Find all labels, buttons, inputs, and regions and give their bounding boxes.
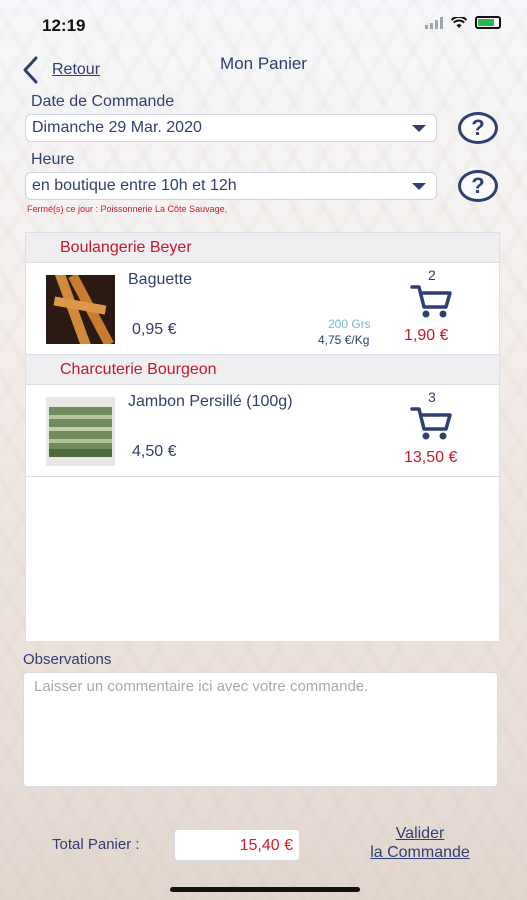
- baguette-thumbnail[interactable]: [46, 275, 115, 344]
- cart-icon[interactable]: [410, 405, 452, 441]
- battery-icon: [475, 16, 501, 29]
- cart-icon[interactable]: [410, 283, 452, 319]
- time-value: en boutique entre 10h et 12h: [32, 177, 237, 194]
- signal-icon: [425, 16, 443, 29]
- status-time: 12:19: [42, 16, 86, 35]
- caret-down-icon: [412, 182, 426, 190]
- item-unit-price: 0,95 €: [132, 321, 177, 338]
- date-label: Date de Commande: [31, 93, 175, 110]
- validate-order-button[interactable]: Valider la Commande: [355, 824, 485, 862]
- item-name: Baguette: [128, 271, 193, 288]
- cart-item: Jambon Persillé (100g) 4,50 € 3 13,50 €: [26, 385, 499, 477]
- nav-bar: Retour Mon Panier: [0, 48, 527, 88]
- wifi-icon: [451, 16, 467, 28]
- time-help-icon[interactable]: ?: [458, 170, 498, 202]
- date-help-icon[interactable]: ?: [458, 112, 498, 144]
- observations-input[interactable]: [23, 672, 498, 787]
- status-bar: 12:19: [0, 0, 527, 40]
- item-quantity: 2: [428, 267, 436, 283]
- total-label: Total Panier :: [52, 836, 140, 853]
- cart-item: Baguette 0,95 € 200 Grs 4,75 €/Kg 2 1,90…: [26, 263, 499, 355]
- item-weight: 200 Grs: [328, 317, 371, 331]
- validate-line-1: Valider: [395, 825, 445, 842]
- item-total: 13,50 €: [404, 449, 458, 466]
- item-quantity: 3: [428, 389, 436, 405]
- date-select[interactable]: Dimanche 29 Mar. 2020: [25, 114, 437, 142]
- item-unit-price: 4,50 €: [132, 443, 177, 460]
- shop-header: Boulangerie Beyer: [26, 233, 499, 263]
- time-select[interactable]: en boutique entre 10h et 12h: [25, 172, 437, 200]
- time-label: Heure: [31, 151, 75, 168]
- item-price-per-kg: 4,75 €/Kg: [318, 333, 370, 347]
- item-name: Jambon Persillé (100g): [128, 393, 293, 410]
- shop-header: Charcuterie Bourgeon: [26, 355, 499, 385]
- item-total: 1,90 €: [404, 327, 449, 344]
- home-indicator: [170, 887, 360, 892]
- status-icons: [425, 16, 501, 29]
- date-value: Dimanche 29 Mar. 2020: [32, 119, 202, 136]
- caret-down-icon: [412, 124, 426, 132]
- cart-panel: Boulangerie Beyer Baguette 0,95 € 200 Gr…: [25, 232, 500, 642]
- page-title: Mon Panier: [220, 54, 307, 73]
- total-value: 15,40 €: [174, 829, 300, 861]
- observations-label: Observations: [23, 651, 112, 668]
- jambon-thumbnail[interactable]: [46, 397, 115, 466]
- validate-line-2: la Commande: [370, 844, 470, 861]
- closed-shops-warning: Fermé(s) ce jour : Poissonnerie La Côte …: [27, 204, 228, 214]
